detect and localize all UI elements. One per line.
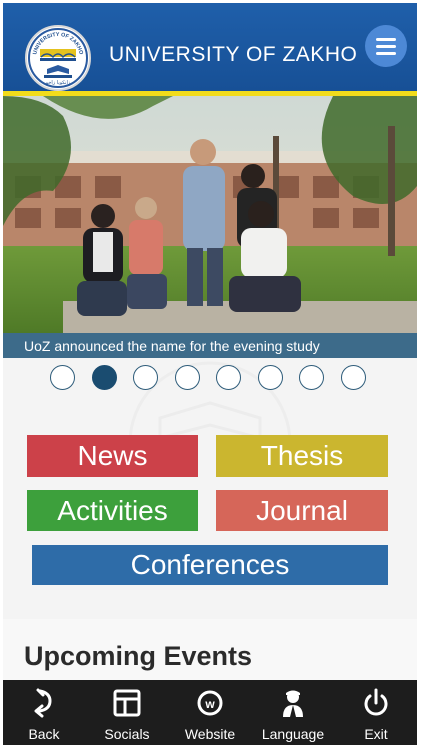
nav-website-label: Website [184, 726, 236, 742]
app-header: UNIVERSITY OF ZAKHO زانكويا زاخو UNIVERS… [3, 3, 417, 91]
journal-tile[interactable]: Journal [216, 490, 388, 531]
nav-socials[interactable]: Socials [86, 680, 168, 745]
nav-website[interactable]: w Website [169, 680, 251, 745]
socials-icon [113, 689, 141, 717]
nav-exit[interactable]: Exit [335, 680, 417, 745]
language-person-icon [283, 690, 303, 717]
power-icon [364, 688, 388, 716]
university-logo: UNIVERSITY OF ZAKHO زانكويا زاخو [25, 25, 91, 91]
news-tile[interactable]: News [27, 435, 198, 477]
slider-dot[interactable] [340, 365, 366, 390]
slider-dot[interactable] [257, 365, 283, 390]
activities-tile[interactable]: Activities [27, 490, 198, 531]
slider-dot[interactable] [50, 365, 75, 390]
slider-dot[interactable] [174, 365, 200, 390]
svg-text:زانكويا زاخو: زانكويا زاخو [45, 80, 71, 86]
bottom-navigation-bar: Back Socials w Website Language Exit [3, 680, 417, 745]
slider-dot[interactable] [91, 365, 117, 390]
svg-text:w: w [204, 697, 215, 711]
nav-language[interactable]: Language [252, 680, 334, 745]
upcoming-events-heading: Upcoming Events [24, 641, 253, 671]
nav-back-label: Back [28, 726, 60, 742]
thesis-tile[interactable]: Thesis [216, 435, 388, 477]
conferences-tile[interactable]: Conferences [32, 545, 388, 585]
slider-dot[interactable] [133, 365, 158, 390]
back-arrow-icon [34, 688, 52, 718]
app-screen: UNIVERSITY OF ZAKHO زانكويا زاخو UNIVERS… [3, 3, 417, 745]
slider-dot[interactable] [216, 365, 241, 390]
nav-exit-label: Exit [364, 726, 388, 742]
menu-button[interactable] [365, 25, 407, 67]
nav-back[interactable]: Back [3, 680, 85, 745]
website-icon: w [197, 690, 223, 716]
news-slider-image[interactable] [3, 96, 417, 333]
nav-language-label: Language [261, 726, 325, 742]
slider-dot[interactable] [299, 365, 324, 390]
nav-socials-label: Socials [104, 726, 150, 742]
hamburger-menu-icon [376, 38, 396, 41]
app-title: UNIVERSITY OF ZAKHO [109, 43, 358, 66]
